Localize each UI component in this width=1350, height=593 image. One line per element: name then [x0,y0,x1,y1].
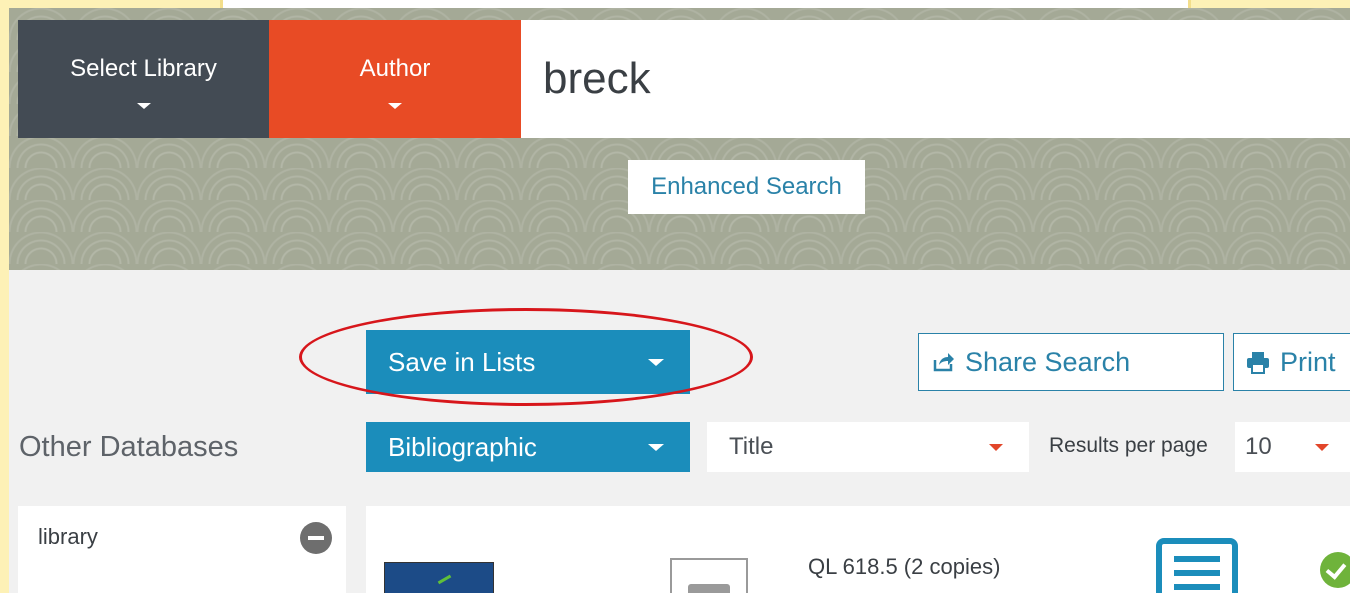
display-format-label: Bibliographic [388,431,537,462]
details-icon[interactable] [1156,538,1238,593]
select-library-dropdown[interactable]: Select Library [18,20,269,138]
chevron-down-icon [648,444,664,451]
search-type-label: Author [359,55,431,82]
search-banner: Select Library Author Enhanced Search [9,8,1350,270]
share-search-label: Share Search [965,346,1131,377]
share-icon [933,352,955,372]
chevron-down-icon [1315,444,1329,451]
book-cover-image[interactable] [384,562,494,593]
enhanced-search-button[interactable]: Enhanced Search [628,160,865,214]
save-in-lists-dropdown[interactable]: Save in Lists [366,330,690,394]
select-library-label: Select Library [70,55,217,82]
library-database-panel: library [18,506,346,593]
library-panel-label: library [38,524,98,549]
window-top-edge [220,0,1191,8]
results-per-page-label: Results per page [1049,434,1208,457]
save-in-lists-label: Save in Lists [388,346,536,377]
minus-circle-icon[interactable] [300,522,332,554]
other-databases-heading: Other Databases [19,431,239,463]
search-type-dropdown[interactable]: Author [269,20,521,138]
call-number: QL 618.5 (2 copies) [808,554,1001,579]
book-format-icon [670,558,748,593]
result-item: QL 618.5 (2 copies) [366,506,1350,593]
results-per-page-value: 10 [1245,433,1272,460]
print-label: Print [1280,346,1336,377]
sort-by-label: Title [729,433,774,460]
chevron-down-icon [989,444,1003,451]
search-input[interactable] [521,20,1350,138]
results-per-page-dropdown[interactable]: 10 [1235,422,1350,472]
print-button[interactable]: Print [1233,333,1350,391]
sort-by-dropdown[interactable]: Title [707,422,1029,472]
catalog-app: Select Library Author Enhanced Search Sa… [9,8,1350,593]
chevron-down-icon [136,103,151,109]
print-icon [1246,350,1270,374]
available-check-icon [1320,552,1350,588]
share-search-button[interactable]: Share Search [918,333,1224,391]
chevron-down-icon [648,359,664,366]
display-format-dropdown[interactable]: Bibliographic [366,422,690,472]
chevron-down-icon [388,103,402,109]
